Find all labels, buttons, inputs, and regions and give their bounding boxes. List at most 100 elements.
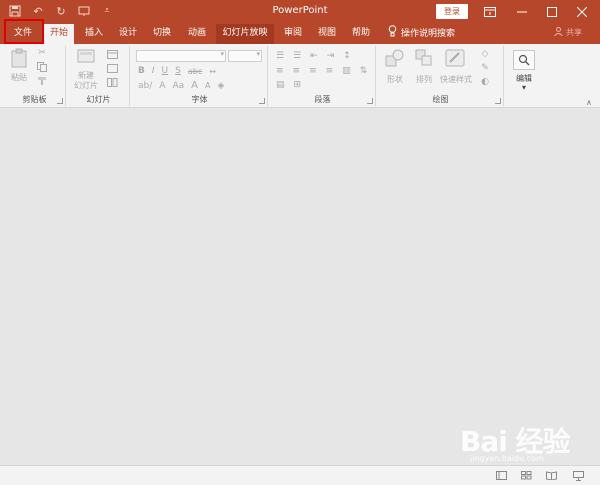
clipboard-launcher[interactable] (57, 98, 63, 104)
ribbon-tab-row: 文件 开始 插入 设计 切换 动画 幻灯片放映 审阅 视图 帮助 操作说明搜索 … (0, 24, 600, 44)
quick-styles-label[interactable]: 快速样式 (438, 74, 474, 85)
group-clipboard: 粘贴 ✂ 剪贴板 (4, 46, 66, 106)
shape-fill-icon[interactable]: ◇ (478, 49, 492, 59)
ribbon-home: 粘贴 ✂ 剪贴板 新建 幻灯片 幻灯片 B I (0, 44, 600, 108)
line-spacing-icon[interactable]: ↕ (343, 51, 351, 61)
group-paragraph: ☰ ☰ ⇤ ⇥ ↕ ≡ ≡ ≡ ≡ ▥ ⇅ ▤ ⊞ 段落 (270, 46, 376, 106)
find-icon[interactable] (513, 50, 535, 70)
lightbulb-icon (388, 24, 397, 44)
copy-icon[interactable] (36, 62, 48, 72)
close-icon[interactable] (567, 2, 597, 22)
group-label-slides: 幻灯片 (86, 95, 111, 104)
login-button[interactable]: 登录 (436, 4, 468, 19)
columns-icon[interactable]: ▥ (342, 66, 351, 76)
shape-outline-icon[interactable]: ✎ (478, 63, 492, 73)
drawing-launcher[interactable] (495, 98, 501, 104)
smartart-icon[interactable]: ⊞ (294, 80, 302, 90)
layout-icon[interactable] (106, 49, 118, 59)
font-size-combo[interactable] (228, 50, 262, 62)
numbering-icon[interactable]: ☰ (293, 51, 301, 61)
paragraph-row-3: ▤ ⊞ (276, 80, 301, 90)
editing-dropdown-icon[interactable]: ▾ (506, 83, 542, 92)
normal-view-icon[interactable] (495, 470, 507, 481)
minimize-icon[interactable] (507, 2, 537, 22)
quick-styles-icon[interactable] (444, 48, 466, 68)
shrink-font-button[interactable]: A (205, 81, 210, 90)
underline-button[interactable]: U (162, 66, 169, 76)
ribbon-display-options-icon[interactable] (475, 2, 505, 22)
customize-qat-icon[interactable]: ⩡ (100, 4, 114, 18)
clear-format-icon[interactable]: ◈ (217, 81, 224, 91)
share-label: 共享 (566, 28, 582, 37)
bullets-icon[interactable]: ☰ (276, 51, 284, 61)
tab-review[interactable]: 审阅 (278, 24, 308, 44)
group-font: B I U S abc ↔ ab/ A Aa A A ◈ 字体 (132, 46, 268, 106)
reading-view-icon[interactable] (545, 470, 557, 481)
tab-animations[interactable]: 动画 (182, 24, 212, 44)
font-name-combo[interactable] (136, 50, 226, 62)
collapse-ribbon-icon[interactable]: ∧ (586, 98, 592, 107)
undo-icon[interactable]: ↶ (31, 4, 45, 18)
slide-sorter-icon[interactable] (520, 470, 532, 481)
arrange-label[interactable]: 排列 (412, 74, 436, 85)
cut-icon[interactable]: ✂ (36, 48, 48, 58)
shapes-label[interactable]: 形状 (382, 74, 408, 85)
group-label-drawing: 绘图 (432, 95, 449, 104)
align-center-icon[interactable]: ≡ (293, 66, 301, 76)
strikethrough-button[interactable]: abc (188, 67, 202, 76)
new-slide-label-line2[interactable]: 幻灯片 (70, 80, 102, 91)
shape-effects-icon[interactable]: ◐ (478, 77, 492, 87)
status-bar (0, 465, 600, 485)
text-highlight-icon[interactable]: ab/ (138, 81, 152, 91)
tab-slide-show[interactable]: 幻灯片放映 (216, 24, 274, 44)
arrange-icon[interactable] (414, 48, 434, 68)
reset-icon[interactable] (106, 63, 118, 73)
paragraph-launcher[interactable] (367, 98, 373, 104)
section-icon[interactable] (106, 77, 118, 87)
format-painter-icon[interactable] (36, 76, 48, 86)
tab-home[interactable]: 开始 (44, 24, 74, 44)
tab-design[interactable]: 设计 (113, 24, 143, 44)
group-drawing: 形状 排列 快速样式 ◇ ✎ ◐ 绘图 (378, 46, 504, 106)
tab-transitions[interactable]: 切换 (147, 24, 177, 44)
font-launcher[interactable] (259, 98, 265, 104)
increase-indent-icon[interactable]: ⇥ (327, 51, 335, 61)
decrease-indent-icon[interactable]: ⇤ (310, 51, 318, 61)
group-label-font: 字体 (191, 95, 208, 104)
tell-me-label: 操作说明搜索 (401, 29, 456, 39)
grow-font-button[interactable]: A (191, 80, 198, 91)
change-case-button[interactable]: Aa (172, 81, 184, 91)
person-icon (554, 27, 563, 38)
tab-help[interactable]: 帮助 (346, 24, 376, 44)
tell-me-search[interactable]: 操作说明搜索 (384, 24, 466, 44)
bold-button[interactable]: B (138, 66, 145, 76)
paragraph-row-2: ≡ ≡ ≡ ≡ ▥ ⇅ (276, 66, 367, 76)
tab-view[interactable]: 视图 (312, 24, 342, 44)
text-direction-icon[interactable]: ⇅ (360, 66, 368, 76)
share-button[interactable]: 共享 (554, 27, 582, 38)
align-left-icon[interactable]: ≡ (276, 66, 284, 76)
character-spacing-icon[interactable]: ↔ (209, 67, 216, 76)
tab-insert[interactable]: 插入 (79, 24, 109, 44)
shapes-icon[interactable] (384, 48, 406, 68)
paragraph-row-1: ☰ ☰ ⇤ ⇥ ↕ (276, 51, 351, 61)
italic-button[interactable]: I (152, 66, 155, 76)
redo-icon[interactable]: ↻ (54, 4, 68, 18)
tab-file[interactable]: 文件 (6, 24, 40, 44)
font-color-button[interactable]: A (159, 81, 165, 91)
paste-label[interactable]: 粘贴 (8, 72, 30, 83)
maximize-icon[interactable] (537, 2, 567, 22)
start-from-beginning-icon[interactable] (77, 4, 91, 18)
title-bar: ↶ ↻ ⩡ PowerPoint 登录 (0, 0, 600, 24)
justify-icon[interactable]: ≡ (326, 66, 334, 76)
align-text-icon[interactable]: ▤ (276, 80, 285, 90)
align-right-icon[interactable]: ≡ (309, 66, 317, 76)
shadow-button[interactable]: S (175, 66, 181, 76)
group-slides: 新建 幻灯片 幻灯片 (68, 46, 130, 106)
paste-icon[interactable] (10, 48, 28, 68)
slide-show-view-icon[interactable] (572, 470, 584, 481)
group-label-clipboard: 剪贴板 (22, 95, 47, 104)
new-slide-icon[interactable] (76, 48, 96, 66)
group-label-paragraph: 段落 (314, 95, 331, 104)
save-icon[interactable] (8, 4, 22, 18)
